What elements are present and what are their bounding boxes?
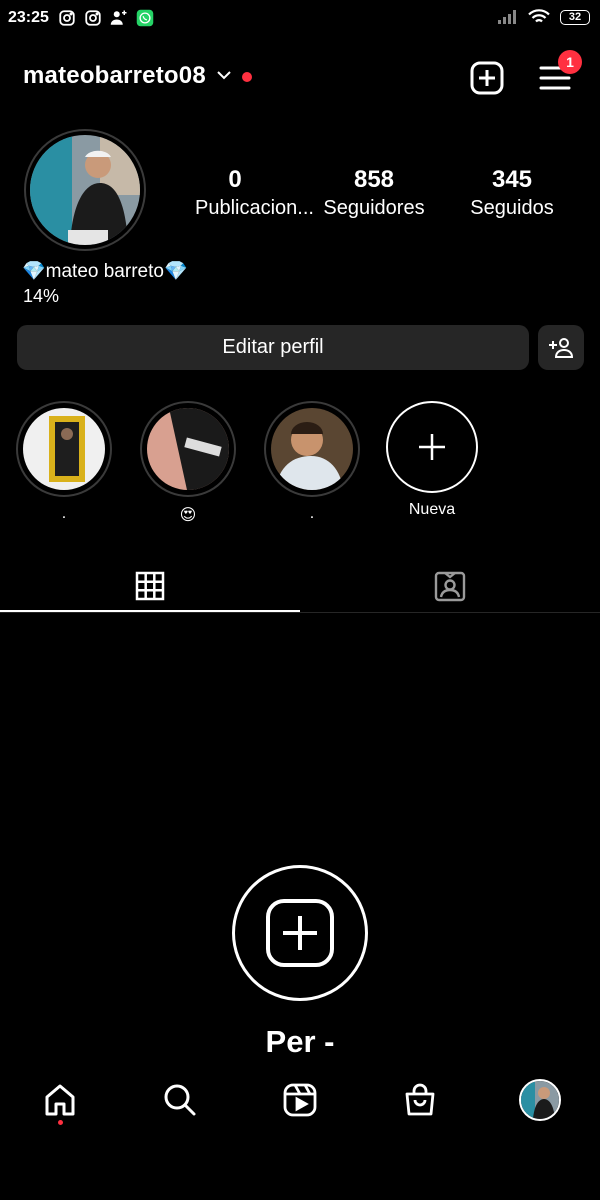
story-highlight[interactable]: .	[264, 401, 360, 527]
tab-tagged[interactable]	[300, 560, 600, 612]
add-user-icon	[110, 10, 127, 25]
search-icon	[164, 1084, 196, 1116]
tab-divider	[0, 612, 600, 613]
system-icons: 32	[498, 9, 590, 25]
instagram-icon	[85, 10, 101, 26]
bio-text: 14%	[23, 286, 60, 306]
highlight-cover	[23, 408, 105, 490]
unread-dot	[242, 72, 252, 82]
grid-icon	[135, 571, 165, 601]
shop-icon	[405, 1083, 435, 1116]
wifi-icon	[528, 9, 550, 23]
tagged-icon	[434, 571, 466, 602]
discover-people-button[interactable]	[538, 325, 584, 370]
story-highlight[interactable]: .	[16, 401, 112, 527]
add-post-icon	[266, 899, 334, 967]
highlight-cover	[271, 408, 353, 490]
status-bar: 23:25 32	[0, 0, 600, 38]
reels-icon	[283, 1083, 317, 1117]
signal-icon	[498, 10, 516, 24]
whatsapp-icon	[136, 9, 154, 27]
highlight-cover	[147, 408, 229, 490]
battery-icon: 32	[560, 9, 590, 25]
username-switcher[interactable]: mateobarreto08	[23, 62, 206, 90]
display-name: 💎mateo barreto💎	[22, 261, 188, 282]
new-highlight-button[interactable]: Nueva	[384, 401, 480, 523]
nav-shop[interactable]	[400, 1080, 440, 1120]
notification-badge: 1	[558, 50, 582, 74]
empty-state-title: Per -	[265, 1024, 335, 1059]
story-highlight[interactable]: 😍	[140, 401, 236, 527]
nav-profile-avatar[interactable]	[519, 1079, 561, 1121]
profile-avatar[interactable]	[30, 135, 140, 245]
home-activity-dot	[58, 1120, 63, 1125]
nav-home[interactable]	[40, 1080, 80, 1120]
status-time: 23:25	[8, 9, 49, 26]
tab-posts-grid[interactable]	[0, 560, 300, 612]
create-first-post-button[interactable]	[232, 865, 368, 1001]
edit-profile-button[interactable]: Editar perfil	[17, 325, 529, 370]
chevron-down-icon[interactable]	[216, 70, 232, 80]
instagram-icon	[59, 10, 75, 26]
home-icon	[45, 1084, 75, 1116]
add-person-icon	[549, 337, 574, 358]
posts-count[interactable]: 0 Publicacion...	[195, 166, 314, 220]
plus-icon	[419, 434, 445, 460]
create-post-button[interactable]	[470, 61, 504, 95]
notification-icons	[58, 9, 154, 27]
followers-count[interactable]: 858 Seguidores	[319, 166, 429, 220]
nav-reels[interactable]	[280, 1080, 320, 1120]
nav-search[interactable]	[160, 1080, 200, 1120]
following-count[interactable]: 345 Seguidos	[462, 166, 562, 220]
